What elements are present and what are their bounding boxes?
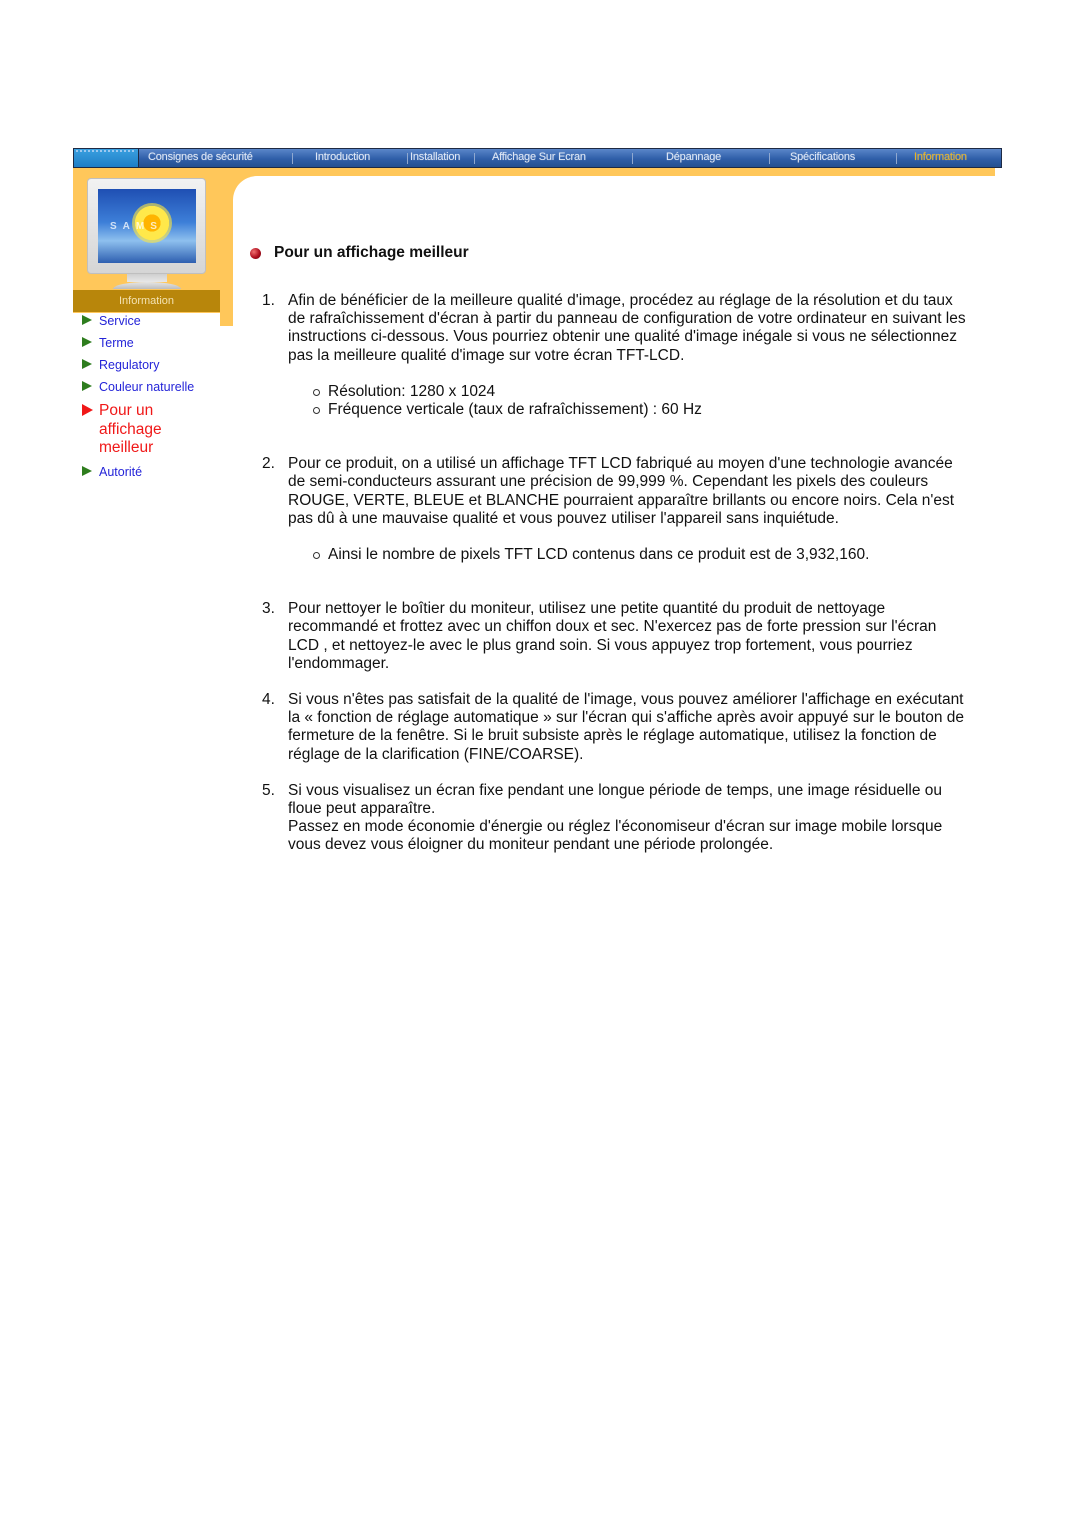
sub-list: Ainsi le nombre de pixels TFT LCD conten… bbox=[288, 546, 968, 564]
main-content: Pour un affichage meilleur 1. Afin de bé… bbox=[250, 244, 970, 853]
monitor-bezel: SAMS bbox=[87, 178, 206, 274]
sidebar-item-label[interactable]: Regulatory bbox=[99, 358, 159, 373]
arrow-right-icon bbox=[82, 404, 93, 416]
monitor-base bbox=[113, 282, 181, 289]
instruction-item: 3. Pour nettoyer le boîtier du moniteur,… bbox=[262, 600, 968, 673]
sidebar-item-label[interactable]: Terme bbox=[99, 336, 134, 351]
arrow-right-icon bbox=[82, 465, 92, 476]
page-title: Pour un affichage meilleur bbox=[274, 244, 469, 261]
circle-bullet-icon bbox=[313, 388, 320, 396]
nav-separator bbox=[292, 153, 293, 164]
nav-affichage-sur-ecran[interactable]: Affichage Sur Ecran bbox=[492, 151, 586, 163]
nav-installation[interactable]: Installation bbox=[410, 151, 460, 163]
instruction-item: 5. Si vous visualisez un écran fixe pend… bbox=[262, 781, 968, 855]
circle-bullet-icon bbox=[313, 552, 320, 560]
monitor-brand-text: SAMS bbox=[110, 221, 163, 232]
sidebar-item-pour-un-affichage-meilleur[interactable]: Pour un affichage meilleur bbox=[82, 402, 222, 458]
item-text: Pour ce produit, on a utilisé un afficha… bbox=[288, 455, 955, 527]
arrow-right-icon bbox=[82, 381, 92, 391]
instruction-item: 1. Afin de bénéficier de la meilleure qu… bbox=[262, 292, 968, 419]
sidebar-item-autorite[interactable]: Autorité bbox=[82, 465, 222, 480]
nav-consignes-de-securite[interactable]: Consignes de sécurité bbox=[148, 151, 253, 163]
sidebar-item-label[interactable]: Service bbox=[99, 314, 141, 329]
sidebar-item-label[interactable]: Autorité bbox=[99, 465, 142, 480]
nav-separator bbox=[896, 153, 897, 164]
nav-separator bbox=[474, 153, 475, 164]
instruction-item: 4. Si vous n'êtes pas satisfait de la qu… bbox=[262, 691, 968, 764]
arrow-right-icon bbox=[82, 315, 92, 325]
sub-item-text: Fréquence verticale (taux de rafraîchiss… bbox=[328, 401, 702, 419]
sub-item: Ainsi le nombre de pixels TFT LCD conten… bbox=[313, 546, 968, 564]
arrow-right-icon bbox=[82, 359, 92, 369]
title-row: Pour un affichage meilleur bbox=[250, 244, 970, 262]
monitor-screen: SAMS bbox=[98, 189, 196, 263]
circle-bullet-icon bbox=[313, 407, 320, 415]
sidebar-item-label[interactable]: Couleur naturelle bbox=[99, 380, 194, 395]
nav-separator bbox=[632, 153, 633, 164]
arrow-right-icon bbox=[82, 337, 92, 347]
sidebar-item-regulatory[interactable]: Regulatory bbox=[82, 358, 222, 373]
nav-separator bbox=[407, 153, 408, 164]
sidebar-item-couleur-naturelle[interactable]: Couleur naturelle bbox=[82, 380, 222, 395]
nav-specifications[interactable]: Spécifications bbox=[790, 151, 855, 163]
sidebar-item-label[interactable]: Pour un affichage meilleur bbox=[99, 402, 179, 458]
monitor-stand bbox=[127, 274, 167, 282]
nav-logo bbox=[74, 149, 139, 167]
section-label-band: Information bbox=[73, 290, 220, 312]
item-number: 4. bbox=[262, 691, 275, 709]
red-bullet-icon bbox=[250, 247, 261, 259]
top-nav-bar: Consignes de sécurité Introduction Insta… bbox=[73, 148, 1002, 168]
sidebar-menu: Service Terme Regulatory Couleur naturel… bbox=[82, 314, 222, 487]
item-text: Afin de bénéficier de la meilleure quali… bbox=[288, 292, 966, 364]
sub-item: Fréquence verticale (taux de rafraîchiss… bbox=[313, 401, 968, 419]
item-number: 2. bbox=[262, 455, 275, 473]
sub-item-text: Résolution: 1280 x 1024 bbox=[328, 382, 496, 400]
item-number: 1. bbox=[262, 292, 275, 309]
nav-information[interactable]: Information bbox=[914, 151, 967, 163]
sub-list: Résolution: 1280 x 1024 Fréquence vertic… bbox=[288, 383, 968, 419]
item-number: 3. bbox=[262, 600, 275, 618]
item-text: Si vous visualisez un écran fixe pendant… bbox=[288, 781, 943, 818]
item-text-continued: Passez en mode économie d'énergie ou rég… bbox=[288, 818, 943, 854]
sidebar-item-terme[interactable]: Terme bbox=[82, 336, 222, 351]
nav-introduction[interactable]: Introduction bbox=[315, 151, 370, 163]
instruction-list: 1. Afin de bénéficier de la meilleure qu… bbox=[262, 292, 968, 873]
nav-separator bbox=[769, 153, 770, 164]
instruction-item: 2. Pour ce produit, on a utilisé un affi… bbox=[262, 455, 968, 564]
sub-item-text: Ainsi le nombre de pixels TFT LCD conten… bbox=[328, 546, 870, 564]
item-text: Si vous n'êtes pas satisfait de la quali… bbox=[288, 691, 965, 763]
item-number: 5. bbox=[262, 781, 275, 799]
monitor-illustration: SAMS bbox=[87, 178, 207, 289]
item-text: Pour nettoyer le boîtier du moniteur, ut… bbox=[288, 600, 937, 672]
sub-item: Résolution: 1280 x 1024 bbox=[313, 382, 968, 401]
sidebar-item-service[interactable]: Service bbox=[82, 314, 222, 329]
nav-depannage[interactable]: Dépannage bbox=[666, 151, 721, 163]
